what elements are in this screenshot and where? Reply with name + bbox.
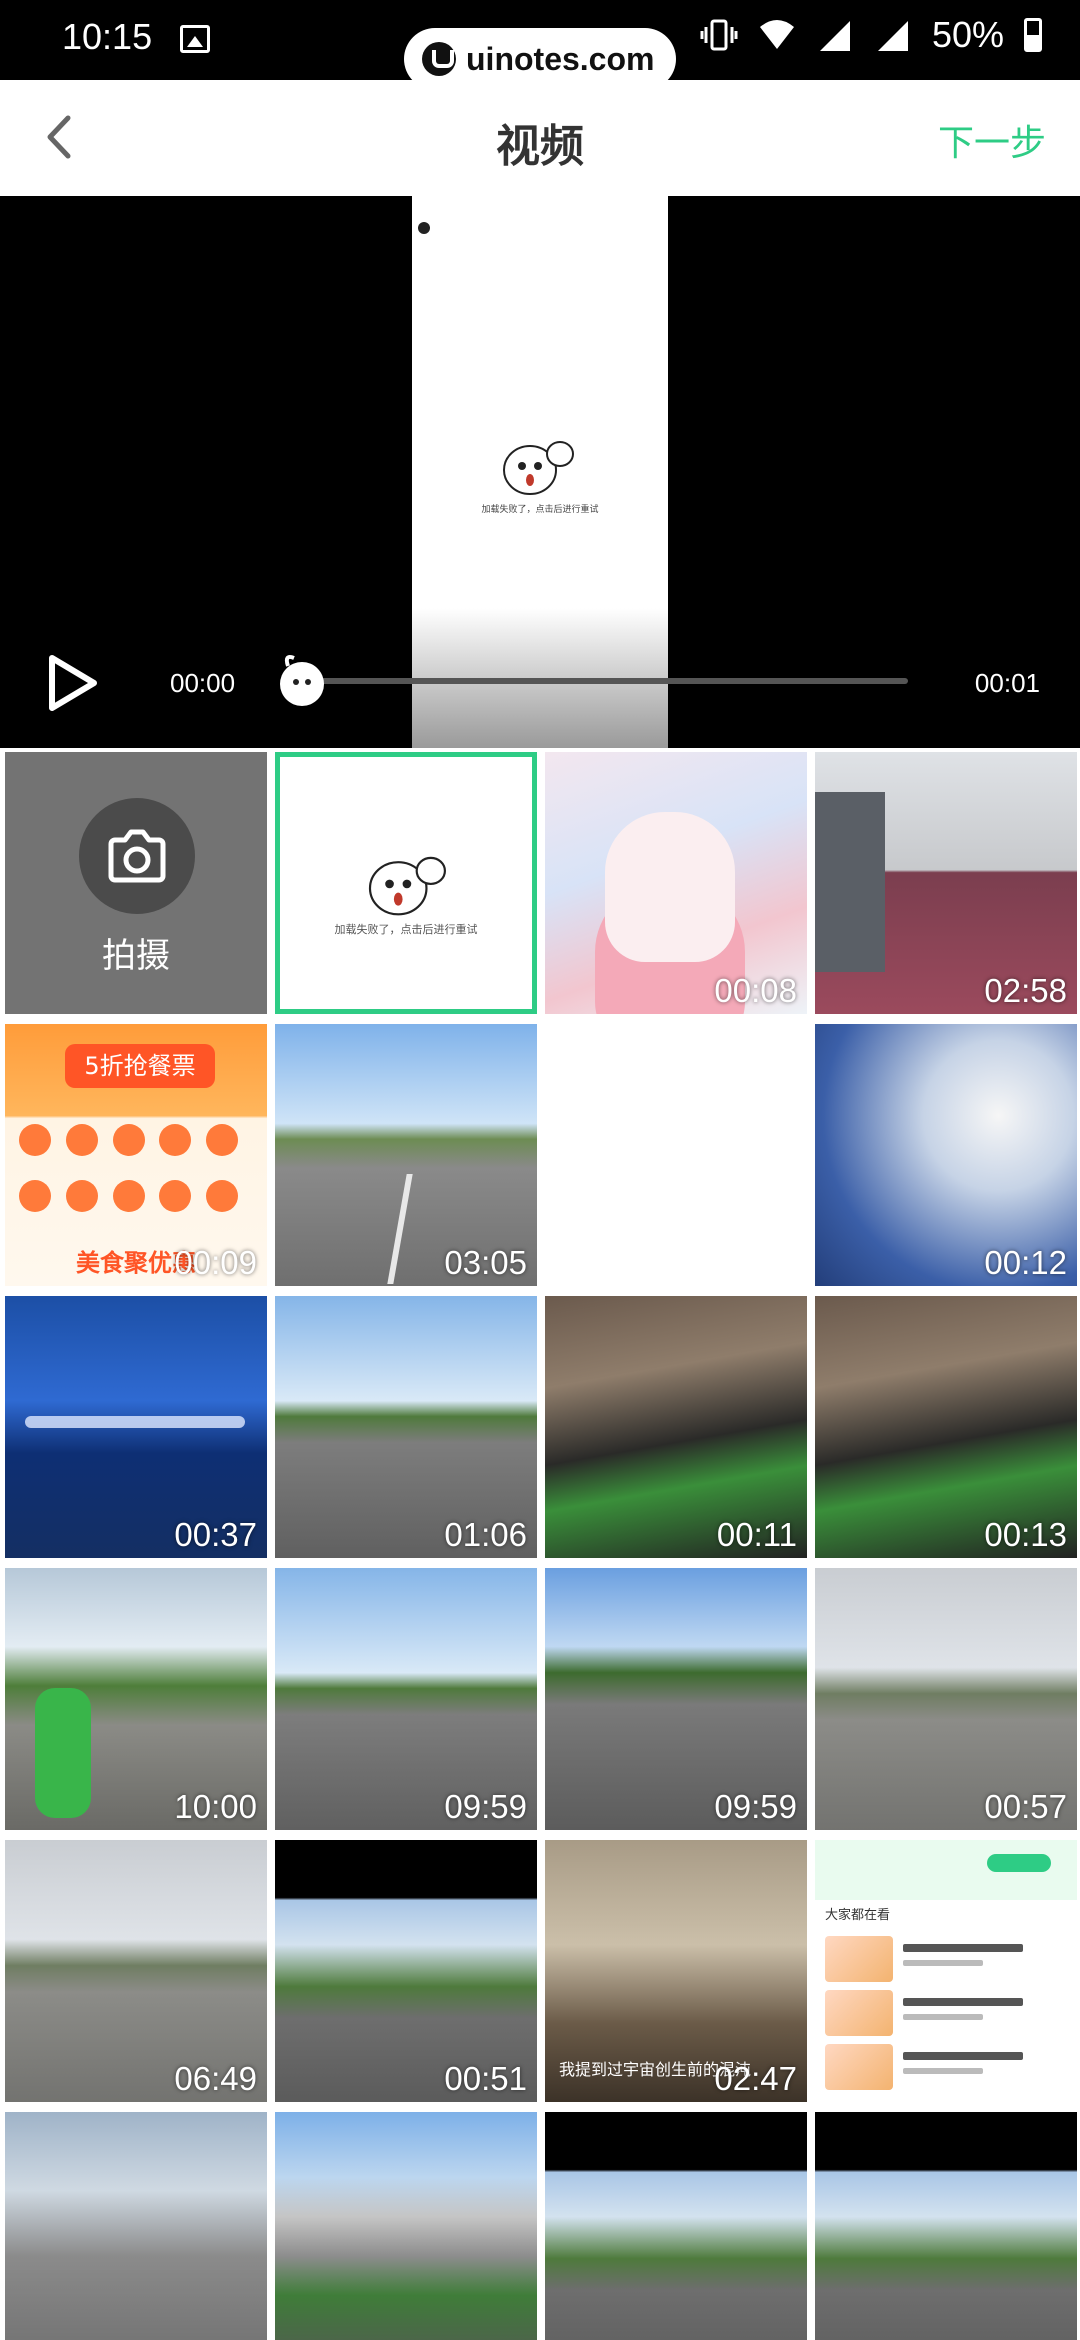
video-thumbnail[interactable]: 5折抢餐票 美食聚优惠 00:09 — [5, 1024, 267, 1286]
video-thumbnail[interactable]: 10:00 — [5, 1568, 267, 1830]
video-thumbnail[interactable]: 00:13 — [815, 1296, 1077, 1558]
video-thumbnail[interactable]: 01:06 — [275, 1296, 537, 1558]
signal-icon-2 — [877, 21, 908, 51]
video-thumbnail[interactable]: 06:49 — [5, 1840, 267, 2102]
video-thumbnail[interactable] — [545, 1024, 807, 1286]
watermark-logo-icon — [422, 42, 456, 76]
video-thumbnail[interactable]: 02:58 — [815, 752, 1077, 1014]
current-time: 00:00 — [170, 668, 236, 698]
video-duration: 00:51 — [444, 2060, 527, 2097]
promo-icons — [19, 1124, 253, 1212]
page-title: 视频 — [496, 121, 584, 172]
seek-bar[interactable] — [290, 678, 908, 684]
video-duration: 09:59 — [444, 1788, 527, 1825]
video-thumbnail[interactable]: 03:05 — [275, 1024, 537, 1286]
video-thumbnail[interactable]: 00:57 — [815, 1568, 1077, 1830]
app-list-row — [825, 2044, 1069, 2090]
top-app-bar: 视频 下一步 — [0, 80, 1080, 196]
video-thumbnail[interactable] — [815, 2112, 1077, 2340]
video-duration: 00:57 — [984, 1788, 1067, 1825]
watermark-text: uinotes.com — [466, 40, 655, 77]
app-header-button — [987, 1854, 1051, 1872]
video-duration: 01:06 — [444, 1516, 527, 1553]
video-thumbnail[interactable]: 00:11 — [545, 1296, 807, 1558]
wifi-icon — [759, 20, 794, 49]
signal-icon-1 — [819, 21, 850, 51]
video-duration: 00:37 — [174, 1516, 257, 1553]
camera-button — [79, 798, 195, 914]
video-duration: 03:05 — [444, 1244, 527, 1281]
ghost-mascot-icon — [503, 441, 574, 495]
video-duration: 00:09 — [174, 1244, 257, 1281]
video-thumbnail[interactable]: 我提到过宇宙创生前的混沌 02:47 — [545, 1840, 807, 2102]
status-time: 10:15 — [62, 16, 153, 57]
video-thumbnail[interactable]: 大家都在看 — [815, 1840, 1077, 2102]
video-duration: 09:59 — [714, 1788, 797, 1825]
camera-icon — [108, 829, 166, 883]
watermark: uinotes.com — [404, 28, 676, 90]
video-duration: 06:49 — [174, 2060, 257, 2097]
gallery-notification-icon — [180, 25, 210, 53]
video-duration: 00:13 — [984, 1516, 1067, 1553]
video-preview[interactable]: 加载失败了，点击后进行重试 00:00 00:01 — [0, 196, 1080, 748]
selected-caption: 加载失败了，点击后进行重试 — [334, 923, 478, 936]
capture-tile[interactable]: 拍摄 — [5, 752, 267, 1014]
battery-icon — [1024, 18, 1042, 52]
video-thumbnail[interactable]: 09:59 — [275, 1568, 537, 1830]
video-duration: 02:58 — [984, 972, 1067, 1009]
video-thumbnail[interactable]: 00:51 — [275, 1840, 537, 2102]
status-right-group: 50% — [700, 14, 1042, 56]
video-duration: 10:00 — [174, 1788, 257, 1825]
video-thumbnail[interactable] — [275, 2112, 537, 2340]
video-thumbnail[interactable] — [545, 2112, 807, 2340]
app-list-row — [825, 1936, 1069, 1982]
preview-caption: 加载失败了，点击后进行重试 — [481, 505, 599, 515]
seek-handle-ghost-icon[interactable] — [270, 648, 334, 712]
video-thumbnail-selected[interactable]: 加载失败了，点击后进行重试 — [275, 752, 537, 1014]
battery-percent: 50% — [931, 14, 1004, 55]
video-duration: 02:47 — [714, 2060, 797, 2097]
video-duration: 00:12 — [984, 1244, 1067, 1281]
capture-label: 拍摄 — [102, 936, 170, 976]
play-icon[interactable] — [44, 652, 100, 714]
video-thumbnail[interactable]: 00:12 — [815, 1024, 1077, 1286]
preview-frame: 加载失败了，点击后进行重试 — [412, 196, 668, 748]
media-grid: 拍摄 加载失败了，点击后进行重试 00:08 02:58 5折抢餐票 美食聚优惠… — [0, 752, 1080, 2340]
video-thumbnail[interactable]: 00:37 — [5, 1296, 267, 1558]
video-duration: 00:08 — [714, 972, 797, 1009]
app-header — [815, 1840, 1077, 1900]
app-list-row — [825, 1990, 1069, 2036]
total-time: 00:01 — [974, 668, 1040, 698]
video-thumbnail[interactable] — [5, 2112, 267, 2340]
video-duration: 00:11 — [716, 1516, 797, 1553]
vibrate-icon — [700, 19, 738, 51]
video-thumbnail[interactable]: 09:59 — [545, 1568, 807, 1830]
ghost-mascot-icon — [368, 856, 446, 916]
preview-back-icon — [418, 222, 430, 234]
promo-banner: 5折抢餐票 — [65, 1044, 215, 1088]
next-step-button[interactable]: 下一步 — [938, 114, 1046, 166]
app-section-label: 大家都在看 — [825, 1908, 891, 1923]
video-thumbnail[interactable]: 00:08 — [545, 752, 807, 1014]
